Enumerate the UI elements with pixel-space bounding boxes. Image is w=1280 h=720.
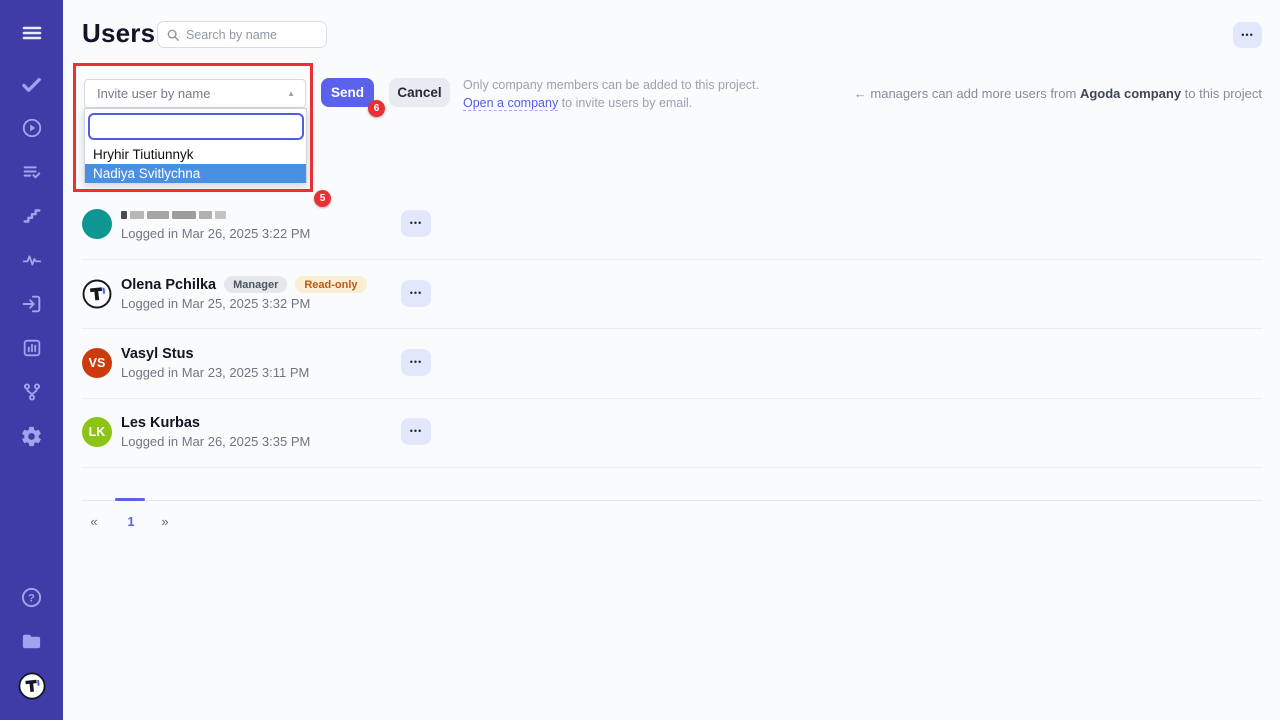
user-name-line: Olena Pchilka Manager Read-only — [121, 275, 367, 294]
import-sign-in-icon[interactable] — [0, 292, 63, 316]
user-row: Olena Pchilka Manager Read-only Logged i… — [82, 260, 1262, 329]
projects-folder-icon[interactable] — [0, 629, 63, 653]
redacted-name-blocks — [121, 211, 226, 219]
cancel-button[interactable]: Cancel — [389, 78, 450, 107]
readonly-badge: Read-only — [295, 276, 366, 293]
managers-note-prefix: ← managers can add more users from — [854, 86, 1080, 101]
chevron-up-icon: ▲ — [287, 89, 295, 98]
row-more-button[interactable]: ••• — [401, 210, 431, 237]
row-more-button[interactable]: ••• — [401, 418, 431, 445]
search-box — [157, 21, 327, 48]
invite-option[interactable]: Hryhir Tiutiunnyk — [85, 145, 306, 164]
user-row: Logged in Mar 26, 2025 3:22 PM ••• — [82, 190, 1262, 260]
invite-info-line2: Open a company to invite users by email. — [463, 95, 763, 113]
invite-dropdown: Hryhir Tiutiunnyk Nadiya Svitlychna — [84, 108, 307, 183]
user-row: VS Vasyl Stus Logged in Mar 23, 2025 3:1… — [82, 329, 1262, 399]
redacted-name — [121, 205, 226, 224]
sidebar: ? — [0, 0, 63, 720]
active-page-indicator — [115, 498, 145, 501]
last-login: Logged in Mar 26, 2025 3:22 PM — [121, 226, 310, 241]
pagination: « 1 » — [82, 500, 1262, 545]
last-login: Logged in Mar 23, 2025 3:11 PM — [121, 365, 309, 380]
invite-search-input[interactable] — [88, 113, 304, 140]
steps-stairs-icon[interactable] — [0, 204, 63, 228]
pagination-page-1[interactable]: 1 — [123, 514, 139, 529]
user-name: Les Kurbas — [121, 415, 200, 431]
invite-option-selected[interactable]: Nadiya Svitlychna — [85, 164, 306, 183]
user-name: Olena Pchilka — [121, 277, 216, 293]
company-name: Agoda company — [1080, 86, 1181, 101]
invite-info-line2-rest: to invite users by email. — [558, 96, 692, 110]
open-company-link[interactable]: Open a company — [463, 96, 558, 111]
menu-icon[interactable] — [0, 21, 63, 45]
search-input[interactable] — [186, 28, 318, 42]
branches-fork-icon[interactable] — [0, 380, 63, 404]
pagination-prev[interactable]: « — [86, 514, 102, 529]
app-logo[interactable] — [0, 672, 63, 700]
invite-info-text: Only company members can be added to thi… — [463, 77, 763, 112]
search-icon — [166, 28, 180, 42]
pagination-next[interactable]: » — [157, 514, 173, 529]
last-login: Logged in Mar 25, 2025 3:32 PM — [121, 296, 310, 311]
user-name: Vasyl Stus — [121, 346, 194, 362]
question-glyph: ? — [28, 592, 35, 604]
analytics-pulse-icon[interactable] — [0, 248, 63, 272]
managers-note-suffix: to this project — [1181, 86, 1262, 101]
logo-avatar — [82, 279, 112, 309]
user-row: LK Les Kurbas Logged in Mar 26, 2025 3:3… — [82, 398, 1262, 468]
page-title: Users — [82, 18, 155, 49]
last-login: Logged in Mar 26, 2025 3:35 PM — [121, 434, 310, 449]
avatar: LK — [82, 417, 112, 447]
avatar — [82, 209, 112, 239]
user-name-line: Vasyl Stus — [121, 344, 194, 363]
row-more-button[interactable]: ••• — [401, 280, 431, 307]
help-question-circle-icon[interactable]: ? — [0, 585, 63, 609]
reports-bar-chart-icon[interactable] — [0, 336, 63, 360]
user-name-line: Les Kurbas — [121, 413, 200, 432]
users-page: ? Users ••• Invite user by name ▲ Hryhir… — [0, 0, 1280, 720]
test-list-check-icon[interactable] — [0, 160, 63, 184]
managers-note: ← managers can add more users from Agoda… — [854, 86, 1262, 101]
settings-gear-icon[interactable] — [0, 424, 63, 448]
row-more-button[interactable]: ••• — [401, 349, 431, 376]
page-more-button[interactable]: ••• — [1233, 22, 1262, 48]
avatar: VS — [82, 348, 112, 378]
runs-play-circle-icon[interactable] — [0, 116, 63, 140]
invite-info-line1: Only company members can be added to thi… — [463, 77, 763, 95]
invite-select-placeholder: Invite user by name — [97, 86, 210, 101]
tasks-check-icon[interactable] — [0, 72, 63, 96]
send-button[interactable]: Send — [321, 78, 374, 107]
invite-user-select[interactable]: Invite user by name ▲ — [84, 79, 306, 108]
role-badge: Manager — [224, 276, 287, 293]
